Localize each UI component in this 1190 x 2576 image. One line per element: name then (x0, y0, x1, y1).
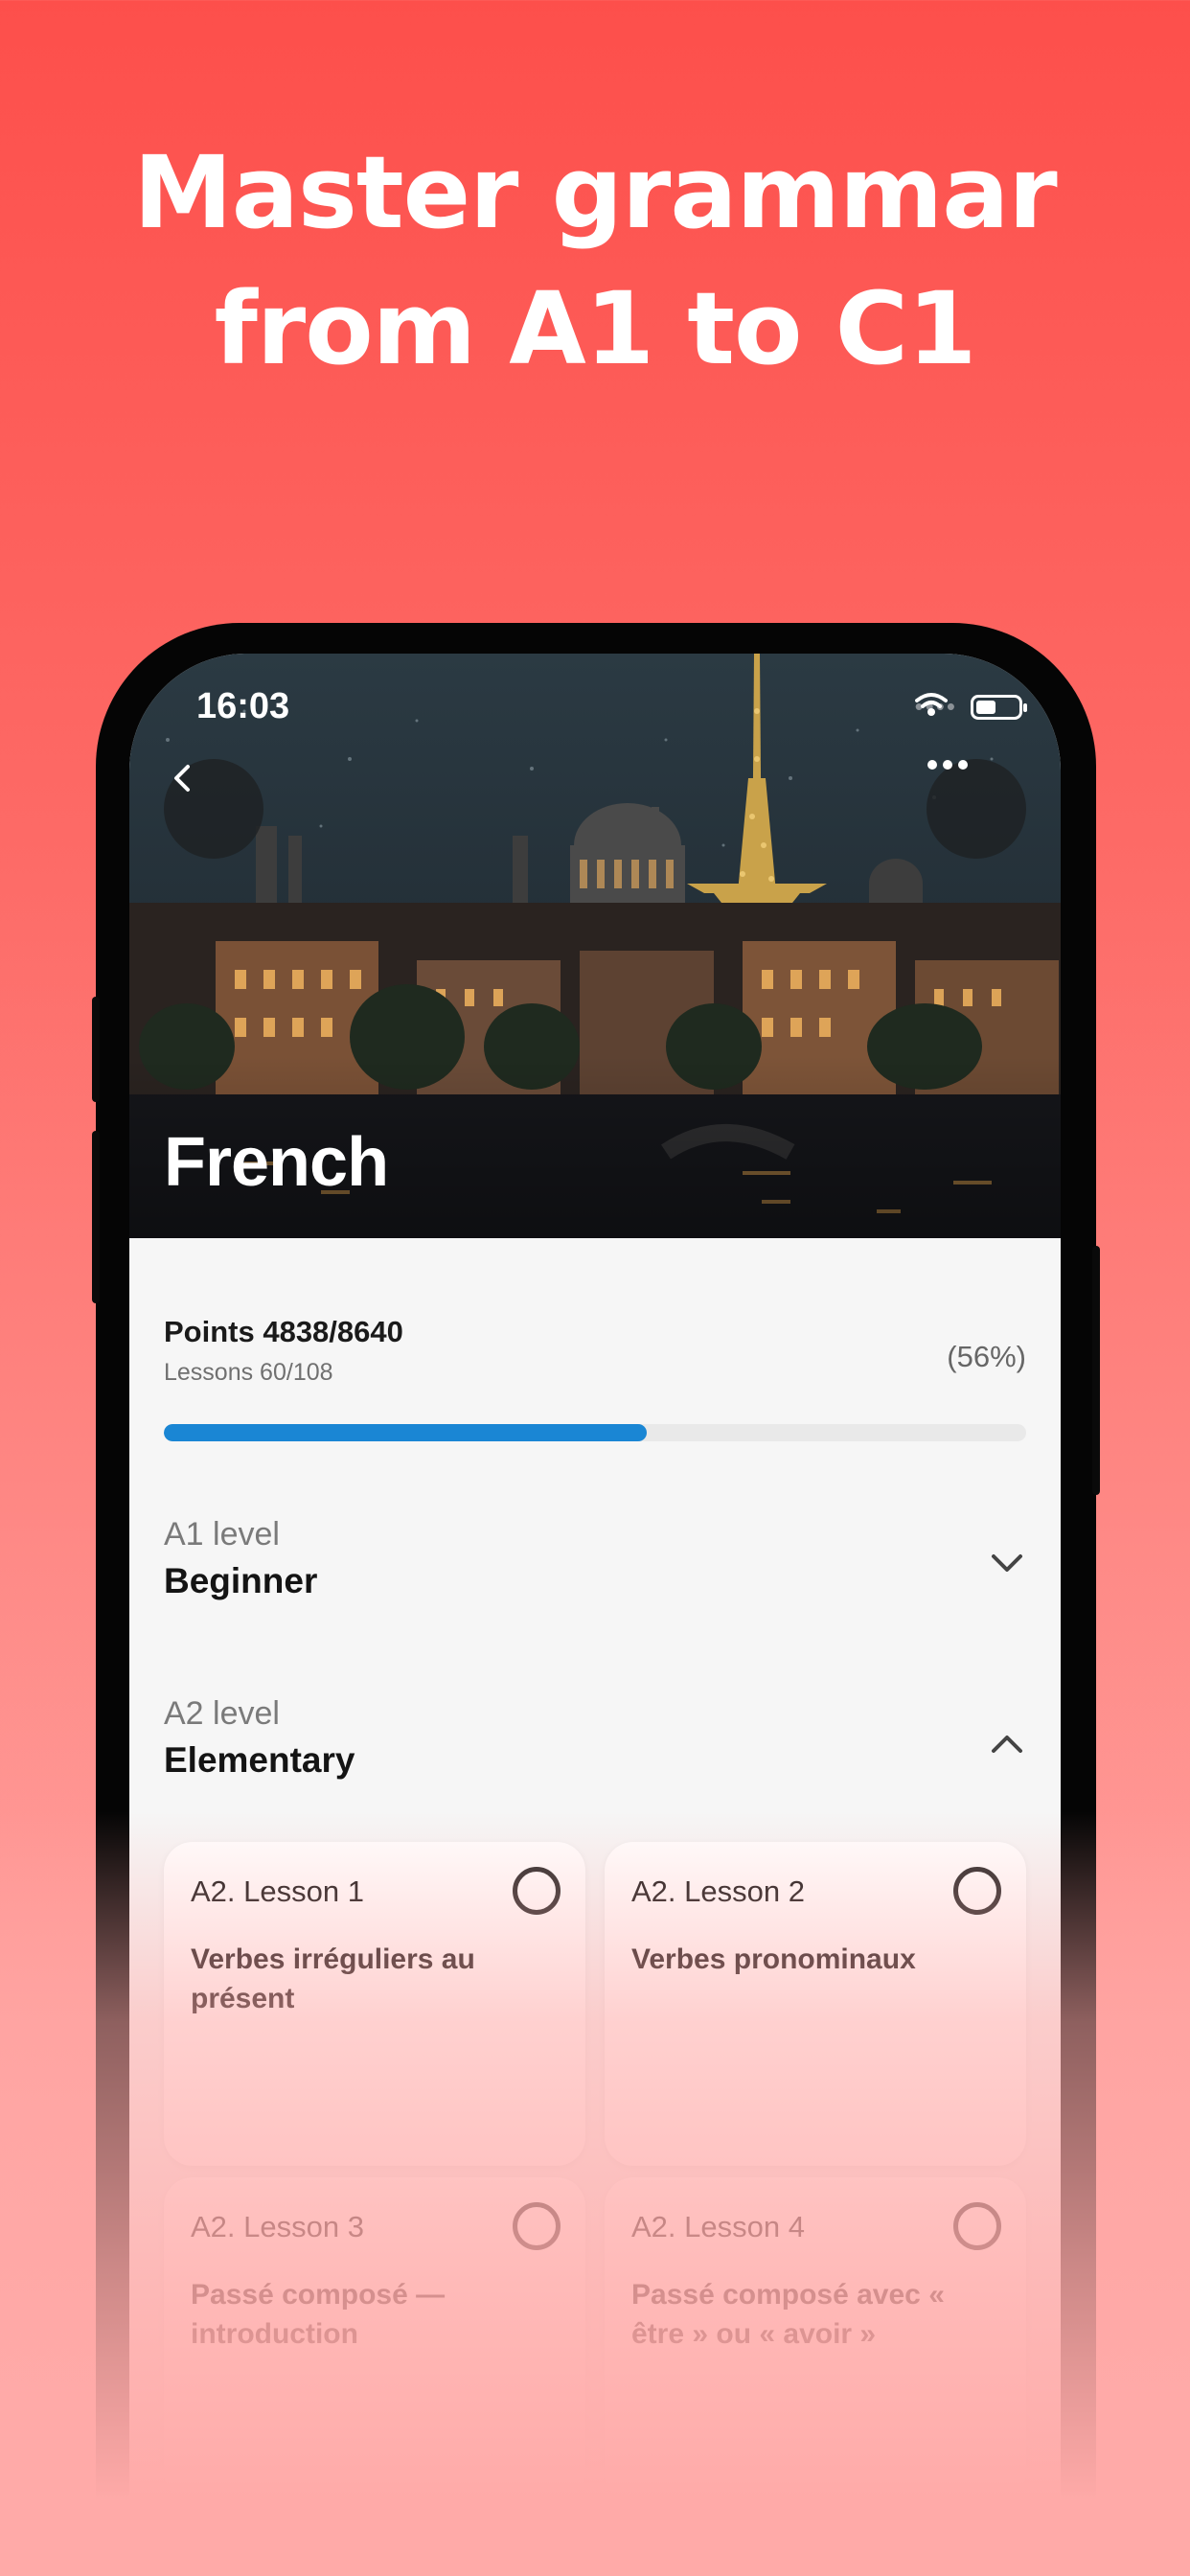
phone-side-button (1092, 1246, 1100, 1495)
progress-bar (164, 1424, 1026, 1441)
lesson-label: A2. Lesson 1 (191, 1874, 364, 1908)
app-screen: 16:03 •••• French Points 4838/8640 Lesso… (129, 654, 1061, 2576)
lesson-progress-ring-icon (953, 2202, 1001, 2250)
more-horizontal-icon (927, 760, 968, 770)
back-button[interactable] (164, 759, 263, 859)
wifi-icon (914, 693, 948, 716)
lesson-label: A2. Lesson 3 (191, 2210, 364, 2243)
lessons-text: Lessons 60/108 (164, 1359, 333, 1386)
phone-side-button (92, 1131, 100, 1303)
level-a2-row[interactable]: A2 level Elementary (164, 1695, 1026, 1781)
lesson-label: A2. Lesson 4 (631, 2210, 805, 2243)
level-code: A1 level (164, 1516, 280, 1552)
status-time: 16:03 (196, 686, 290, 726)
course-progress: Points 4838/8640 Lessons 60/108 (56%) (164, 1315, 1026, 1441)
level-code: A2 level (164, 1695, 280, 1732)
level-name: Elementary (164, 1740, 355, 1780)
lesson-card[interactable]: A2. Lesson 1 Verbes irréguliers au prése… (164, 1842, 585, 2166)
phone-side-button (92, 997, 100, 1102)
headline-line-1: Master grammar (133, 134, 1057, 251)
marketing-headline: Master grammar from A1 to C1 (0, 125, 1190, 397)
progress-bar-fill (164, 1424, 647, 1441)
lesson-title: Passé composé — introduction (191, 2279, 446, 2350)
lesson-card[interactable]: A2. Lesson 2 Verbes pronominaux (605, 1842, 1026, 2166)
course-title: French (164, 1124, 389, 1201)
status-icons: •••• (914, 692, 1027, 722)
lesson-card[interactable]: A2. Lesson 3 Passé composé — introductio… (164, 2177, 585, 2501)
more-button[interactable] (927, 759, 1026, 859)
level-a1-row[interactable]: A1 level Beginner (164, 1516, 1026, 1601)
lesson-progress-ring-icon (513, 2202, 561, 2250)
chevron-left-icon (174, 765, 190, 792)
progress-percent: (56%) (947, 1340, 1026, 1373)
hero-image: 16:03 •••• French (129, 654, 1061, 1238)
level-name: Beginner (164, 1561, 318, 1600)
lesson-progress-ring-icon (953, 1867, 1001, 1915)
points-text: Points 4838/8640 (164, 1315, 403, 1348)
lesson-progress-ring-icon (513, 1867, 561, 1915)
headline-line-2: from A1 to C1 (214, 270, 977, 387)
chevron-down-icon (992, 1554, 1022, 1572)
lesson-card[interactable]: A2. Lesson 4 Passé composé avec « être »… (605, 2177, 1026, 2501)
chevron-up-icon (992, 1736, 1022, 1753)
lesson-label: A2. Lesson 2 (631, 1874, 805, 1908)
battery-icon (971, 694, 1027, 720)
lesson-title: Passé composé avec « être » ou « avoir » (631, 2279, 945, 2350)
lesson-title: Verbes irréguliers au présent (191, 1944, 475, 2014)
lesson-title: Verbes pronominaux (631, 1944, 916, 1975)
